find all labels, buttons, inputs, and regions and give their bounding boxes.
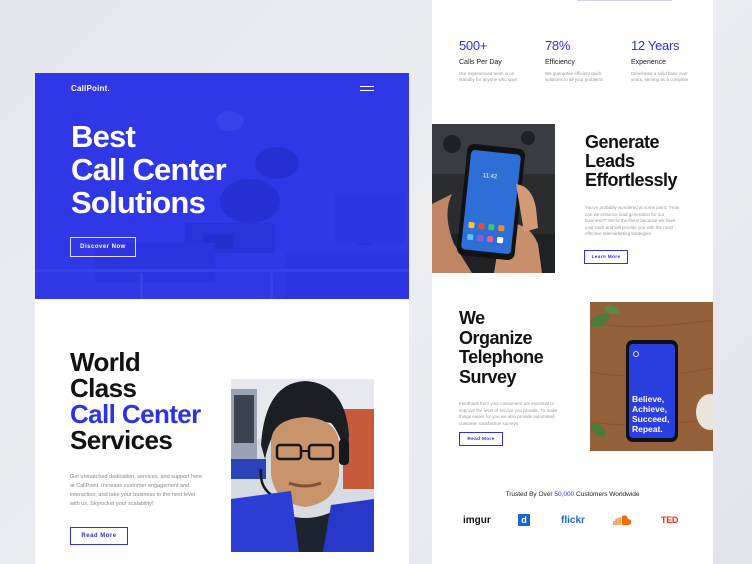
trusted-prefix: Trusted By Over bbox=[505, 491, 555, 498]
survey-title-line: Organize bbox=[459, 327, 533, 348]
survey-description: Feedback from your consumers are essenti… bbox=[459, 401, 558, 426]
ted-logo: TED bbox=[661, 515, 679, 525]
stat-description: Developed a solid base over years, servi… bbox=[631, 71, 689, 82]
services-title-line: Class bbox=[70, 373, 137, 403]
phone-screen-line: Achieve, bbox=[632, 404, 667, 414]
hand-holding-phone-photo: 11:42 bbox=[432, 124, 555, 273]
hero-title-line: Solutions bbox=[71, 185, 206, 220]
services-title-accent: Call Center bbox=[70, 399, 201, 429]
phone-screen-line: Repeat. bbox=[632, 424, 663, 434]
agent-headset-photo bbox=[231, 379, 374, 552]
trusted-by-text: Trusted By Over 50,000 Customers Worldwi… bbox=[432, 491, 713, 498]
learn-more-button[interactable]: Learn More bbox=[584, 250, 628, 264]
trusted-count: 50,000 bbox=[554, 491, 575, 498]
services-description: Get unmatched dedication, services, and … bbox=[70, 474, 203, 507]
survey-title-line: We bbox=[459, 308, 485, 328]
hamburger-menu-icon[interactable] bbox=[360, 85, 374, 93]
stat-label: Calls Per Day bbox=[459, 59, 502, 66]
stat-label: Experience bbox=[631, 59, 667, 66]
stat-calls: 500+ Calls Per Day Our experienced team … bbox=[459, 38, 529, 83]
phone-screen-text: Believe, Achieve, Succeed, Repeat. bbox=[632, 394, 676, 434]
phone-screen-line: Believe, bbox=[632, 394, 665, 404]
stat-value: 500+ bbox=[459, 38, 488, 53]
leads-title-line: Generate bbox=[585, 132, 660, 152]
hero-title-line: Call Center bbox=[71, 152, 227, 187]
services-title: World Class Call Center Services bbox=[70, 349, 201, 453]
brand-logo[interactable]: CallPoint. bbox=[71, 84, 110, 93]
services-title-line: World bbox=[70, 347, 141, 377]
read-more-button[interactable]: Read More bbox=[459, 432, 503, 446]
right-page-panel: 500+ Calls Per Day Our experienced team … bbox=[432, 0, 713, 564]
discover-now-button[interactable]: Discover Now bbox=[70, 237, 136, 257]
stat-value: 78% bbox=[545, 38, 571, 53]
stat-label: Efficiency bbox=[545, 59, 575, 66]
read-more-button[interactable]: Read More bbox=[70, 527, 128, 545]
leads-description: You've probably wondered at some point: … bbox=[585, 205, 680, 236]
left-page-panel: CallPoint. Best Call Center Solutions Di… bbox=[35, 73, 409, 564]
hero-title: Best Call Center Solutions bbox=[71, 119, 227, 220]
flickr-logo: flickr bbox=[561, 515, 585, 526]
imgur-logo: imgur bbox=[463, 515, 491, 526]
survey-title-line: Telephone bbox=[459, 347, 544, 367]
stat-value: 12 Years bbox=[631, 38, 680, 53]
leads-title: Generate Leads Effortlessly bbox=[585, 132, 678, 190]
trusted-suffix: Customers Worldwide bbox=[574, 491, 640, 498]
phone-screen-line: Succeed, bbox=[632, 414, 670, 424]
header-divider bbox=[577, 0, 672, 1]
leads-title-line: Effortlessly bbox=[585, 170, 678, 190]
hero-section: CallPoint. Best Call Center Solutions Di… bbox=[35, 73, 409, 299]
stat-experience: 12 Years Experience Developed a solid ba… bbox=[631, 38, 701, 83]
stat-efficiency: 78% Efficiency We guarantee efficient qu… bbox=[545, 38, 615, 83]
hero-title-line: Best bbox=[71, 119, 136, 154]
soundcloud-icon bbox=[613, 515, 632, 525]
leads-title-line: Leads bbox=[585, 151, 635, 171]
stat-description: Our experienced team is on standby for a… bbox=[459, 71, 518, 82]
survey-title-line: Survey bbox=[459, 366, 517, 387]
dailymotion-logo: d bbox=[518, 514, 530, 526]
stat-description: We guarantee efficient quick solutions t… bbox=[545, 71, 604, 82]
services-title-line: Services bbox=[70, 425, 173, 455]
survey-title: We Organize Telephone Survey bbox=[459, 308, 544, 387]
